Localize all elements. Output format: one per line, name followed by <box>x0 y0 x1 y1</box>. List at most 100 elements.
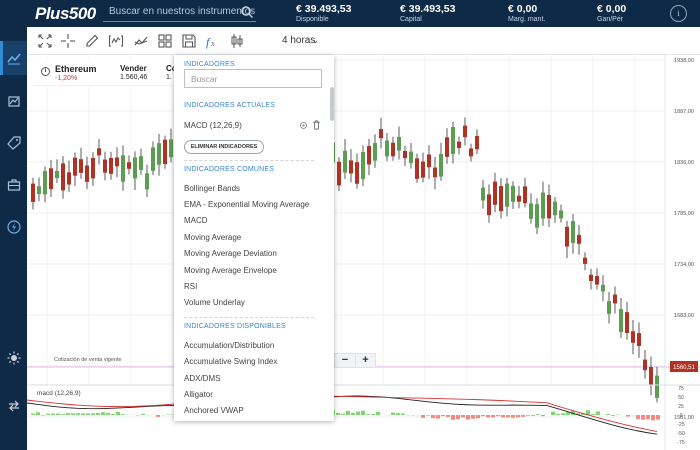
fullscreen-icon[interactable] <box>37 33 53 49</box>
buy-price[interactable]: 1. <box>166 74 172 81</box>
candle-body <box>85 165 89 182</box>
indicator-option[interactable]: ADX/DMS <box>184 374 220 383</box>
chart-type-icon[interactable] <box>108 33 124 49</box>
indicator-option[interactable]: Anchored VWAP <box>184 406 244 415</box>
histogram-bar <box>391 412 395 415</box>
y-tick-label: 1938,00 <box>674 58 694 64</box>
zoom-out-button[interactable]: − <box>335 354 355 367</box>
histogram-bar <box>501 415 505 418</box>
indicator-option[interactable]: RSI <box>184 282 197 291</box>
current-price-value: 1560,51 <box>673 365 695 371</box>
histogram-bar <box>596 411 600 415</box>
histogram-bar <box>516 415 520 418</box>
candle-body <box>337 161 341 186</box>
histogram-bar <box>106 412 110 415</box>
dropdown-scrollbar[interactable] <box>330 87 334 121</box>
instrument-panel: i Ethereum -1,20% Vender 1.560,46 Co 1. <box>33 59 177 86</box>
candle-body <box>421 161 425 178</box>
histogram-bar <box>91 413 95 415</box>
candle-body <box>541 192 545 219</box>
histogram-bar <box>111 413 115 415</box>
candle-body <box>523 186 527 204</box>
info-button[interactable]: i <box>670 5 687 22</box>
candle-body <box>535 204 539 228</box>
search-icon[interactable] <box>240 5 254 19</box>
candle-body <box>631 331 635 343</box>
candle-body <box>133 157 137 179</box>
histogram-bar <box>421 415 425 418</box>
indicator-option[interactable]: Moving Average Deviation <box>184 249 277 258</box>
candle-body <box>559 210 563 219</box>
histogram-bar <box>461 415 465 418</box>
sell-label[interactable]: Vender <box>120 64 147 73</box>
candle-body <box>169 139 173 158</box>
macd-panel <box>27 395 660 435</box>
candle-body <box>109 157 113 174</box>
gear-icon[interactable] <box>299 121 308 130</box>
indicator-option[interactable]: Bollinger Bands <box>184 184 240 193</box>
histogram-bar <box>371 413 375 415</box>
candle-settings-icon[interactable] <box>229 33 245 49</box>
left-nav <box>0 27 27 450</box>
theme-toggle[interactable] <box>0 341 27 375</box>
layout-grid-icon[interactable] <box>157 33 173 49</box>
candle-body <box>379 129 383 139</box>
candle-body <box>373 143 377 161</box>
candle-body <box>349 160 353 174</box>
candle-body <box>163 139 167 165</box>
zoom-control: − + <box>334 353 376 368</box>
remove-indicators-button[interactable]: ELIMINAR INDICADORES <box>184 140 264 154</box>
nav-item-portfolio[interactable] <box>0 168 27 202</box>
histogram-bar <box>636 415 640 420</box>
indicator-option[interactable]: EMA - Exponential Moving Average <box>184 200 309 209</box>
nav-item-chart[interactable] <box>0 41 27 75</box>
stat-profit-loss: € 0,00 Gan/Pér <box>597 3 626 23</box>
candle-body <box>475 135 479 150</box>
stat-value: € 39.493,53 <box>400 3 456 15</box>
indicator-option[interactable]: Volume Underlay <box>184 298 245 307</box>
y-tick-label: 1734,00 <box>674 262 694 268</box>
histogram-bar <box>551 411 555 415</box>
indicator-option[interactable]: Moving Average Envelope <box>184 266 277 275</box>
switch-account-button[interactable] <box>0 389 27 423</box>
nav-item-positions[interactable] <box>0 84 27 118</box>
stat-value: € 39.493,53 <box>296 3 352 15</box>
histogram-bar <box>471 415 475 419</box>
indicator-option[interactable]: Alligator <box>184 390 213 399</box>
search-input[interactable]: Buscar en nuestros instrumentos <box>103 3 256 22</box>
crosshair-icon[interactable] <box>60 33 76 49</box>
histogram-bar <box>606 414 610 415</box>
compare-icon[interactable] <box>133 33 149 49</box>
histogram-bar <box>141 413 145 415</box>
current-indicators-title: INDICADORES ACTUALES <box>184 102 276 109</box>
price-chart[interactable]: Cotización de venta vigente macd (12,26,… <box>27 55 700 450</box>
indicators-fx-icon[interactable]: f x <box>205 33 221 49</box>
svg-text:x: x <box>210 39 215 48</box>
nav-item-orders[interactable] <box>0 126 27 160</box>
indicator-option[interactable]: MACD <box>184 216 208 225</box>
indicator-label: macd (12,26,9) <box>37 390 81 397</box>
draw-pencil-icon[interactable] <box>84 33 100 49</box>
zoom-in-button[interactable]: + <box>355 354 375 367</box>
candle-body <box>91 157 95 179</box>
histogram-bar <box>36 412 40 415</box>
indicator-option[interactable]: Accumulative Swing Index <box>184 357 277 366</box>
sell-price[interactable]: 1.560,46 <box>120 74 147 81</box>
histogram-bar <box>86 413 90 415</box>
instrument-info-icon[interactable]: i <box>41 67 50 76</box>
chevron-down-icon[interactable]: ⌄ <box>312 36 319 45</box>
indicator-option[interactable]: Accumulation/Distribution <box>184 341 274 350</box>
trash-icon[interactable] <box>312 120 321 130</box>
brand-logo[interactable]: Plus500 <box>35 4 96 24</box>
save-icon[interactable] <box>181 33 197 49</box>
nav-item-alerts[interactable] <box>0 210 27 244</box>
timeframe-selector[interactable]: 4 horas <box>282 35 315 46</box>
current-indicator-item[interactable]: MACD (12,26,9) <box>184 121 242 130</box>
candle-body <box>649 367 653 386</box>
indicator-option[interactable]: Moving Average <box>184 233 241 242</box>
histogram-bar <box>396 413 400 415</box>
histogram-bar <box>506 415 510 418</box>
indicators-search-input[interactable]: Buscar <box>184 69 322 88</box>
stat-value: € 0,00 <box>597 3 627 15</box>
histogram-bar <box>426 415 430 416</box>
